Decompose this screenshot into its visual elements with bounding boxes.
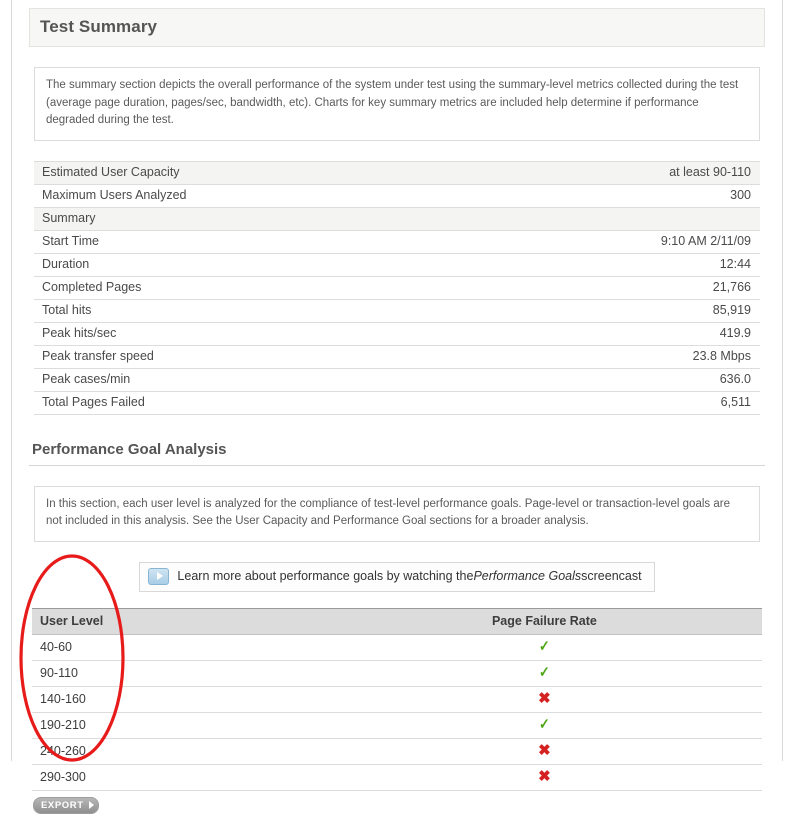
metric-value: 21,766 (467, 276, 760, 300)
table-header-row: User Level Page Failure Rate (32, 607, 762, 635)
metric-label: Peak transfer speed (34, 345, 468, 369)
table-row: 190-210 ✓ (32, 712, 762, 739)
metric-label: Peak cases/min (34, 368, 468, 392)
table-row: 140-160 ✖ (32, 686, 762, 713)
column-header-page-failure-rate[interactable]: Page Failure Rate (326, 607, 762, 635)
test-summary-description: The summary section depicts the overall … (34, 67, 760, 141)
column-header-user-level[interactable]: User Level (32, 607, 327, 635)
learn-more-banner-wrap: Learn more about performance goals by wa… (29, 561, 765, 592)
performance-goal-table-body: 40-60 ✓ 90-110 ✓ 140-160 ✖ 190-210 ✓ 240… (32, 634, 762, 791)
metric-label: Summary (34, 207, 468, 231)
table-row: Peak transfer speed 23.8 Mbps (34, 345, 760, 369)
fail-cross-icon: ✖ (538, 742, 551, 759)
metric-value: 300 (467, 184, 760, 208)
performance-goal-analysis-description: In this section, each user level is anal… (34, 485, 760, 542)
cell-page-failure-rate: ✓ (326, 634, 762, 661)
metric-value: 6,511 (467, 391, 760, 415)
learn-more-banner[interactable]: Learn more about performance goals by wa… (139, 561, 655, 592)
cell-user-level: 140-160 (32, 686, 327, 713)
table-row: Completed Pages 21,766 (34, 276, 760, 300)
metric-label: Total hits (34, 299, 468, 323)
table-row: Duration 12:44 (34, 253, 760, 277)
cell-page-failure-rate: ✖ (326, 764, 762, 791)
summary-metrics-body: Estimated User Capacity at least 90-110 … (34, 160, 760, 415)
metric-value: 636.0 (467, 368, 760, 392)
metric-label: Peak hits/sec (34, 322, 468, 346)
cell-page-failure-rate: ✖ (326, 686, 762, 713)
cell-user-level: 90-110 (32, 660, 327, 687)
cell-user-level: 40-60 (32, 634, 327, 661)
table-row: Start Time 9:10 AM 2/11/09 (34, 230, 760, 254)
table-row: 40-60 ✓ (32, 634, 762, 661)
table-row: Maximum Users Analyzed 300 (34, 184, 760, 208)
test-summary-title: Test Summary (29, 8, 765, 47)
cell-user-level: 290-300 (32, 764, 327, 791)
metric-value: 9:10 AM 2/11/09 (467, 230, 760, 254)
metric-value: at least 90-110 (467, 160, 760, 185)
performance-goal-table: User Level Page Failure Rate 40-60 ✓ 90-… (32, 607, 762, 791)
table-row: Peak cases/min 636.0 (34, 368, 760, 392)
performance-goal-table-head: User Level Page Failure Rate (32, 607, 762, 635)
metric-label: Start Time (34, 230, 468, 254)
play-icon[interactable] (148, 567, 170, 585)
metric-value: 12:44 (467, 253, 760, 277)
table-row: Estimated User Capacity at least 90-110 (34, 160, 760, 185)
learn-more-emphasis: Performance Goals (473, 569, 582, 583)
table-row: 90-110 ✓ (32, 660, 762, 687)
fail-cross-icon: ✖ (538, 690, 551, 707)
metric-value (467, 207, 760, 231)
cell-page-failure-rate: ✓ (326, 660, 762, 687)
table-row: 240-260 ✖ (32, 738, 762, 765)
metric-label: Estimated User Capacity (34, 160, 468, 185)
metric-label: Total Pages Failed (34, 391, 468, 415)
table-row: Total hits 85,919 (34, 299, 760, 323)
report-page-frame: Test Summary The summary section depicts… (11, 0, 783, 814)
export-button[interactable]: EXPORT (33, 796, 99, 814)
performance-goal-analysis-title: Performance Goal Analysis (29, 441, 765, 466)
metric-value: 23.8 Mbps (467, 345, 760, 369)
cell-user-level: 240-260 (32, 738, 327, 765)
table-row: Total Pages Failed 6,511 (34, 391, 760, 415)
export-row: EXPORT (29, 791, 769, 814)
learn-more-text-after: screencast (581, 569, 642, 583)
metric-label: Maximum Users Analyzed (34, 184, 468, 208)
cell-user-level: 190-210 (32, 712, 327, 739)
export-button-label: EXPORT (41, 799, 84, 811)
pass-check-icon: ✓ (539, 664, 550, 681)
table-row: Summary (34, 207, 760, 231)
metric-label: Completed Pages (34, 276, 468, 300)
metric-value: 85,919 (467, 299, 760, 323)
cell-page-failure-rate: ✖ (326, 738, 762, 765)
metric-label: Duration (34, 253, 468, 277)
cell-page-failure-rate: ✓ (326, 712, 762, 739)
pass-check-icon: ✓ (539, 638, 550, 655)
report-content: Test Summary The summary section depicts… (29, 0, 765, 814)
table-row: Peak hits/sec 419.9 (34, 322, 760, 346)
learn-more-text-before: Learn more about performance goals by wa… (177, 569, 474, 583)
summary-metrics-table: Estimated User Capacity at least 90-110 … (34, 160, 760, 415)
table-row: 290-300 ✖ (32, 764, 762, 791)
metric-value: 419.9 (467, 322, 760, 346)
chevron-right-icon (88, 801, 94, 809)
fail-cross-icon: ✖ (538, 768, 551, 785)
pass-check-icon: ✓ (539, 716, 550, 733)
